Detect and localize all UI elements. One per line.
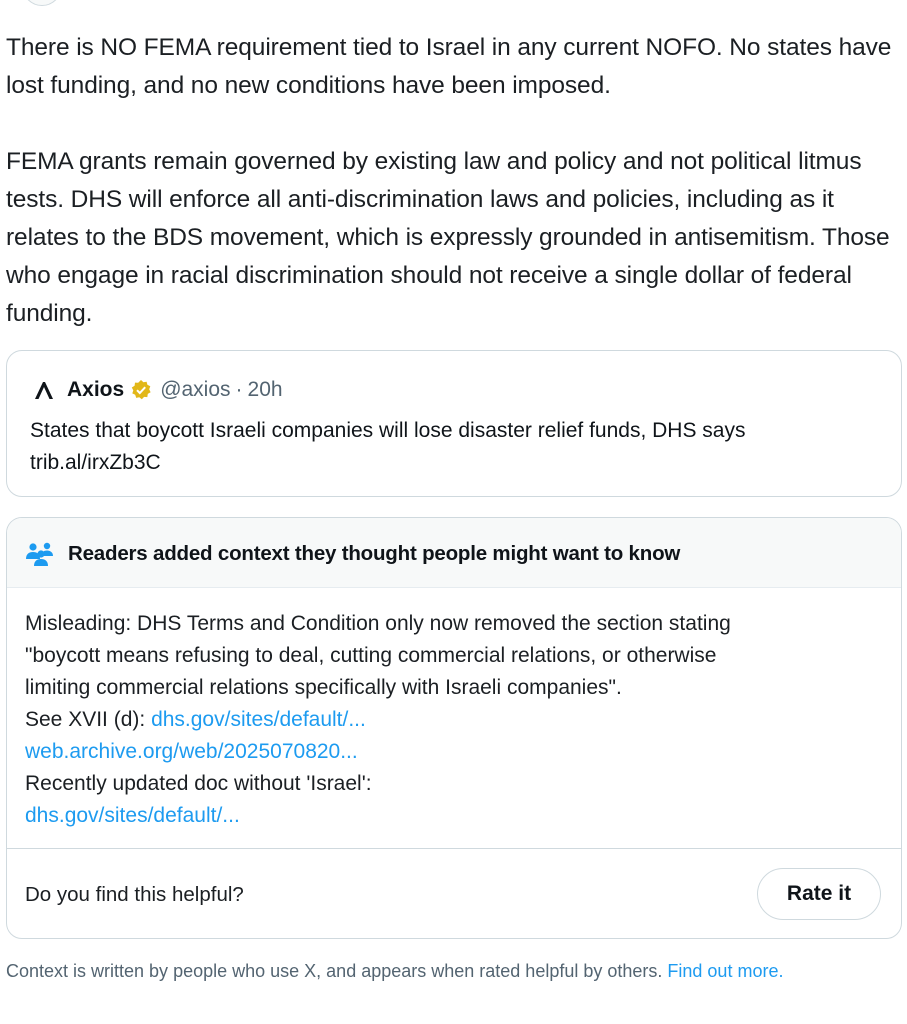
note-text-line: "boycott means refusing to deal, cutting… [25,644,717,667]
avatar[interactable] [22,0,62,6]
note-link-line: web.archive.org/web/2025070820... [25,736,885,768]
helpful-question: Do you find this helpful? [25,883,244,906]
community-note-header: Readers added context they thought peopl… [7,518,901,588]
quoted-tweet-card[interactable]: Axios @axios · 20h States that boycott I… [6,350,902,497]
note-link-archive[interactable]: web.archive.org/web/2025070820... [25,740,358,763]
tweet-text: There is NO FEMA requirement tied to Isr… [6,29,901,333]
quote-link[interactable]: trib.al/irxZb3C [30,447,890,479]
quote-timestamp[interactable]: 20h [248,377,283,403]
note-link-dhs[interactable]: dhs.gov/sites/default/... [151,708,366,731]
community-note-title: Readers added context they thought peopl… [68,541,681,565]
quote-header: Axios @axios · 20h [33,377,283,403]
note-text-line: Recently updated doc without 'Israel': [25,772,372,795]
note-see-line: See XVII (d): dhs.gov/sites/default/... [25,704,885,736]
divider [7,848,901,849]
rate-it-button[interactable]: Rate it [757,868,881,920]
tweet-paragraph: There is NO FEMA requirement tied to Isr… [6,34,892,99]
separator-dot: · [235,378,243,401]
verified-badge-icon [130,379,152,401]
context-footer: Context is written by people who use X, … [6,957,886,985]
find-out-more-link[interactable]: Find out more. [667,961,783,981]
note-link-line: dhs.gov/sites/default/... [25,800,885,832]
footer-text: Context is written by people who use X, … [6,961,668,981]
quote-text: States that boycott Israeli companies wi… [30,415,890,479]
quote-text-line: States that boycott Israeli companies wi… [30,419,746,442]
community-note-body: Misleading: DHS Terms and Condition only… [25,608,885,832]
axios-logo-icon[interactable] [33,379,55,401]
quote-author-name[interactable]: Axios [67,377,124,403]
quote-handle[interactable]: @axios [160,377,230,403]
note-see-prefix: See XVII (d): [25,708,152,731]
note-text-line: Misleading: DHS Terms and Condition only… [25,612,731,635]
people-icon [24,541,58,567]
tweet-paragraph: FEMA grants remain governed by existing … [6,148,890,327]
community-note: Readers added context they thought peopl… [6,517,902,939]
note-link-updated-doc[interactable]: dhs.gov/sites/default/... [25,804,240,827]
note-text-line: limiting commercial relations specifical… [25,676,622,699]
